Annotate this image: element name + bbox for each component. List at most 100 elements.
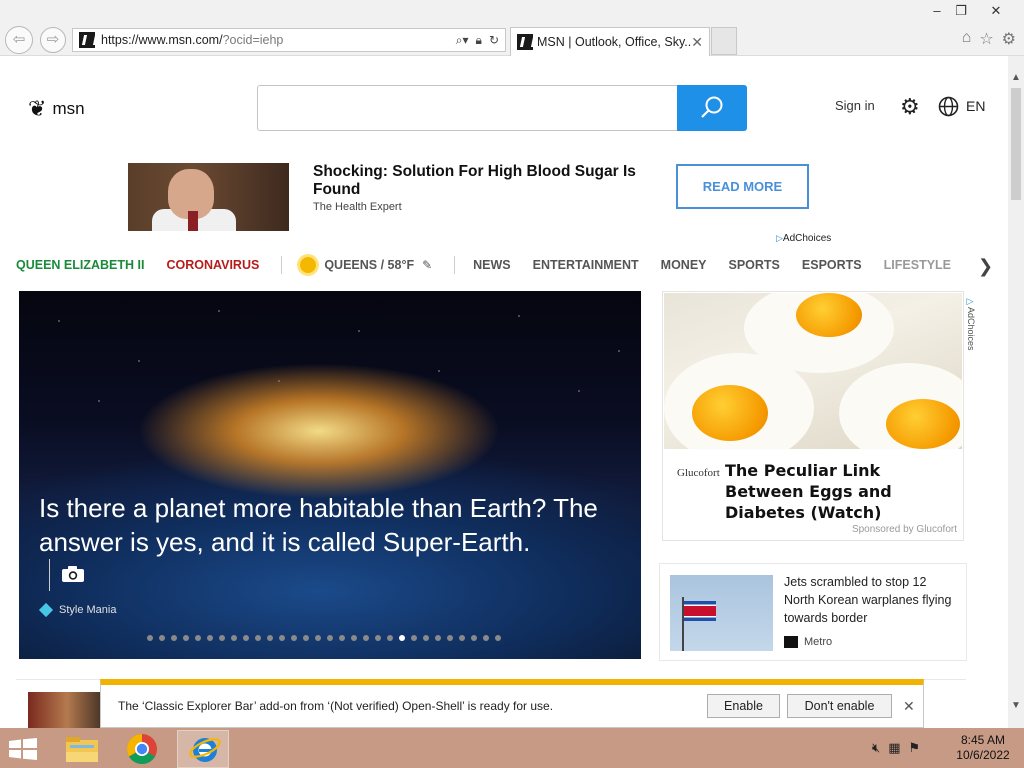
refresh-icon[interactable]: ↻ bbox=[489, 33, 499, 48]
carousel-dot[interactable] bbox=[423, 635, 429, 641]
eggs-image[interactable] bbox=[664, 293, 962, 449]
nav-item-coronavirus[interactable]: CORONAVIRUS bbox=[166, 258, 259, 272]
settings-gear-icon[interactable]: ⚙ bbox=[1002, 29, 1016, 49]
action-center-flag-icon[interactable]: ⚑ bbox=[909, 740, 921, 756]
news-card[interactable]: Jets scrambled to stop 12 North Korean w… bbox=[659, 563, 967, 661]
ad-headline[interactable]: Shocking: Solution For High Blood Sugar … bbox=[313, 163, 673, 199]
home-icon[interactable]: ⌂ bbox=[962, 29, 972, 49]
close-icon[interactable]: ✕ bbox=[903, 698, 915, 715]
carousel-dot[interactable] bbox=[183, 635, 189, 641]
carousel-dot[interactable] bbox=[231, 635, 237, 641]
forward-button[interactable]: ⇨ bbox=[40, 27, 66, 53]
favorites-star-icon[interactable]: ☆ bbox=[979, 29, 993, 49]
network-icon[interactable]: ▦ bbox=[888, 740, 900, 756]
carousel-dot[interactable] bbox=[351, 635, 357, 641]
chrome-icon[interactable] bbox=[116, 730, 168, 768]
adchoices-vertical[interactable]: ▷AdChoices bbox=[966, 297, 976, 351]
carousel-dot[interactable] bbox=[267, 635, 273, 641]
carousel-dot[interactable] bbox=[327, 635, 333, 641]
search-dropdown-icon[interactable]: ⌕▾ bbox=[456, 33, 469, 48]
carousel-dot[interactable] bbox=[147, 635, 153, 641]
carousel-dot[interactable] bbox=[195, 635, 201, 641]
carousel-dot[interactable] bbox=[447, 635, 453, 641]
ad-banner[interactable]: Shocking: Solution For High Blood Sugar … bbox=[128, 163, 856, 231]
windows-start-icon[interactable] bbox=[8, 738, 38, 760]
ad-image[interactable] bbox=[128, 163, 289, 231]
system-clock[interactable]: 8:45 AM 10/6/2022 bbox=[950, 733, 1016, 763]
enable-button[interactable]: Enable bbox=[707, 694, 780, 718]
internet-explorer-icon[interactable] bbox=[177, 730, 229, 768]
carousel-dot[interactable] bbox=[207, 635, 213, 641]
news-headline[interactable]: Jets scrambled to stop 12 North Korean w… bbox=[784, 573, 960, 627]
nav-item-queen-elizabeth[interactable]: QUEEN ELIZABETH II bbox=[16, 258, 144, 272]
weather-widget[interactable]: QUEENS / 58°F ✎ bbox=[300, 257, 432, 273]
carousel-dot[interactable] bbox=[483, 635, 489, 641]
sign-in-link[interactable]: Sign in bbox=[835, 98, 875, 113]
new-tab-button[interactable] bbox=[711, 27, 737, 55]
carousel-dot[interactable] bbox=[435, 635, 441, 641]
hero-source[interactable]: Style Mania bbox=[38, 602, 116, 618]
edit-pencil-icon[interactable]: ✎ bbox=[422, 258, 432, 272]
search-input[interactable] bbox=[257, 85, 747, 131]
carousel-dot[interactable] bbox=[279, 635, 285, 641]
carousel-dot[interactable] bbox=[303, 635, 309, 641]
hero-headline[interactable]: Is there a planet more habitable than Ea… bbox=[39, 491, 629, 559]
restore-icon[interactable]: ❐ bbox=[946, 0, 976, 22]
carousel-dot[interactable] bbox=[171, 635, 177, 641]
camera-icon bbox=[62, 566, 84, 582]
page-scrollbar[interactable]: ▲ ▼ bbox=[1008, 56, 1024, 728]
lock-icon[interactable]: 🔒︎ bbox=[476, 33, 482, 48]
carousel-dot[interactable] bbox=[255, 635, 261, 641]
carousel-dot[interactable] bbox=[411, 635, 417, 641]
carousel-dot[interactable] bbox=[375, 635, 381, 641]
carousel-dot[interactable] bbox=[315, 635, 321, 641]
tab-close-icon[interactable]: ✕ bbox=[691, 34, 703, 51]
nav-item-news[interactable]: NEWS bbox=[473, 258, 511, 272]
url-text[interactable]: https://www.msn.com/?ocid=iehp bbox=[101, 33, 456, 47]
scroll-up-icon[interactable]: ▲ bbox=[1008, 70, 1024, 86]
nav-item-entertainment[interactable]: ENTERTAINMENT bbox=[533, 258, 639, 272]
language-selector[interactable]: EN bbox=[966, 98, 985, 114]
carousel-dot[interactable] bbox=[399, 635, 405, 641]
carousel-dot[interactable] bbox=[243, 635, 249, 641]
next-story-thumbnail[interactable] bbox=[28, 692, 106, 728]
scroll-down-icon[interactable]: ▼ bbox=[1008, 698, 1024, 714]
carousel-dot[interactable] bbox=[339, 635, 345, 641]
nav-item-lifestyle[interactable]: LIFESTYLE bbox=[884, 258, 951, 272]
dont-enable-button[interactable]: Don't enable bbox=[787, 694, 892, 718]
adchoices-label[interactable]: ▷AdChoices bbox=[776, 233, 831, 244]
sponsored-headline[interactable]: The Peculiar Link Between Eggs and Diabe… bbox=[725, 460, 959, 523]
hero-carousel[interactable]: Is there a planet more habitable than Ea… bbox=[19, 291, 641, 659]
chevron-right-icon[interactable]: ❯ bbox=[978, 256, 993, 277]
file-explorer-icon[interactable] bbox=[56, 730, 108, 768]
carousel-dot[interactable] bbox=[471, 635, 477, 641]
tab-title: MSN | Outlook, Office, Sky... bbox=[537, 35, 692, 49]
sponsored-card[interactable]: Glucofort The Peculiar Link Between Eggs… bbox=[662, 291, 964, 541]
read-more-button[interactable]: READ MORE bbox=[676, 164, 809, 209]
scroll-thumb[interactable] bbox=[1011, 88, 1021, 200]
carousel-dot[interactable] bbox=[219, 635, 225, 641]
carousel-dot[interactable] bbox=[459, 635, 465, 641]
category-nav: QUEEN ELIZABETH II CORONAVIRUS QUEENS / … bbox=[16, 255, 973, 275]
nav-item-esports[interactable]: ESPORTS bbox=[802, 258, 862, 272]
carousel-dot[interactable] bbox=[387, 635, 393, 641]
volume-muted-icon[interactable]: 🔇︎ bbox=[872, 740, 880, 756]
url-path: ?ocid=iehp bbox=[222, 33, 284, 47]
close-icon[interactable]: ✕ bbox=[978, 0, 1014, 22]
news-image[interactable] bbox=[670, 575, 773, 651]
nav-item-sports[interactable]: SPORTS bbox=[729, 258, 780, 272]
carousel-dot[interactable] bbox=[159, 635, 165, 641]
adchoices-vertical-icon: ▷ bbox=[966, 297, 976, 307]
tab-favicon-icon bbox=[517, 34, 533, 50]
back-button[interactable]: ⇦ bbox=[5, 26, 33, 54]
nav-item-money[interactable]: MONEY bbox=[661, 258, 707, 272]
carousel-dot[interactable] bbox=[495, 635, 501, 641]
settings-icon[interactable]: ⚙ bbox=[900, 94, 920, 120]
globe-icon[interactable] bbox=[938, 96, 959, 117]
msn-logo[interactable]: ❦ msn bbox=[28, 96, 85, 122]
tab-msn[interactable]: MSN | Outlook, Office, Sky... ✕ bbox=[510, 27, 710, 56]
carousel-dot[interactable] bbox=[291, 635, 297, 641]
address-bar[interactable]: https://www.msn.com/?ocid=iehp ⌕▾ 🔒︎ ↻ bbox=[72, 28, 506, 52]
search-button[interactable] bbox=[677, 85, 747, 131]
carousel-dot[interactable] bbox=[363, 635, 369, 641]
